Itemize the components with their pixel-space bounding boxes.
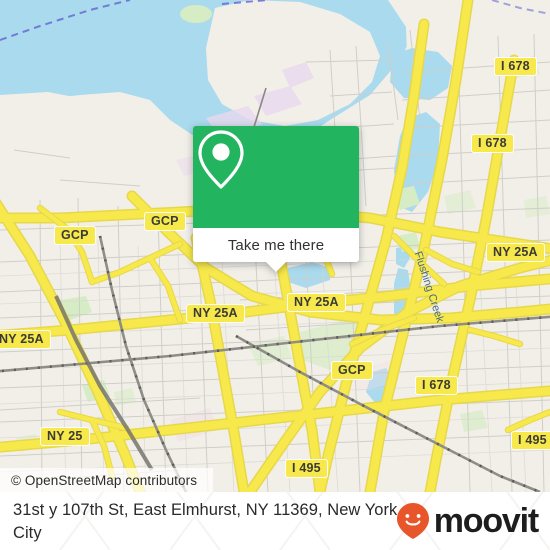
location-popup-card[interactable]: Take me there bbox=[193, 126, 359, 272]
attribution-text: © OpenStreetMap contributors bbox=[11, 472, 198, 488]
moovit-pin-smiley-icon bbox=[396, 503, 429, 539]
road-shield-ny25a-2: NY 25A bbox=[287, 293, 346, 312]
popup-footer[interactable]: Take me there bbox=[193, 228, 359, 272]
road-shield-i678-2: I 678 bbox=[471, 134, 514, 153]
popup-header bbox=[193, 126, 359, 228]
location-address: 31st y 107th St, East Elmhurst, NY 11369… bbox=[13, 501, 398, 542]
take-me-there-button[interactable]: Take me there bbox=[228, 237, 324, 254]
road-shield-ny25: NY 25 bbox=[40, 427, 90, 446]
map-screenshot: Flushing Creek I 678 I 678 NY 25A GCP GC… bbox=[0, 0, 550, 550]
road-shield-i678-1: I 678 bbox=[494, 57, 537, 76]
popup-pointer-tail bbox=[265, 261, 287, 272]
moovit-brand[interactable]: moovit bbox=[395, 501, 539, 541]
footer-bar: 31st y 107th St, East Elmhurst, NY 11369… bbox=[0, 492, 550, 550]
map-canvas[interactable]: Flushing Creek I 678 I 678 NY 25A GCP GC… bbox=[0, 0, 550, 492]
moovit-wordmark: moovit bbox=[433, 502, 539, 540]
road-shield-i678-3: I 678 bbox=[415, 376, 458, 395]
road-shield-gcp-3: GCP bbox=[331, 361, 373, 380]
road-shield-i495-2: I 495 bbox=[285, 459, 328, 478]
road-shield-ny25a-1: NY 25A bbox=[486, 243, 545, 262]
road-shield-gcp-1: GCP bbox=[144, 212, 186, 231]
road-shield-ny25a-3: NY 25A bbox=[186, 304, 245, 323]
road-shield-gcp-2: GCP bbox=[54, 226, 96, 245]
road-shield-i495-1: I 495 bbox=[511, 431, 550, 450]
road-shield-ny25a-4: NY 25A bbox=[0, 330, 51, 349]
map-attribution[interactable]: © OpenStreetMap contributors bbox=[0, 468, 213, 492]
map-pin-icon bbox=[198, 130, 244, 189]
